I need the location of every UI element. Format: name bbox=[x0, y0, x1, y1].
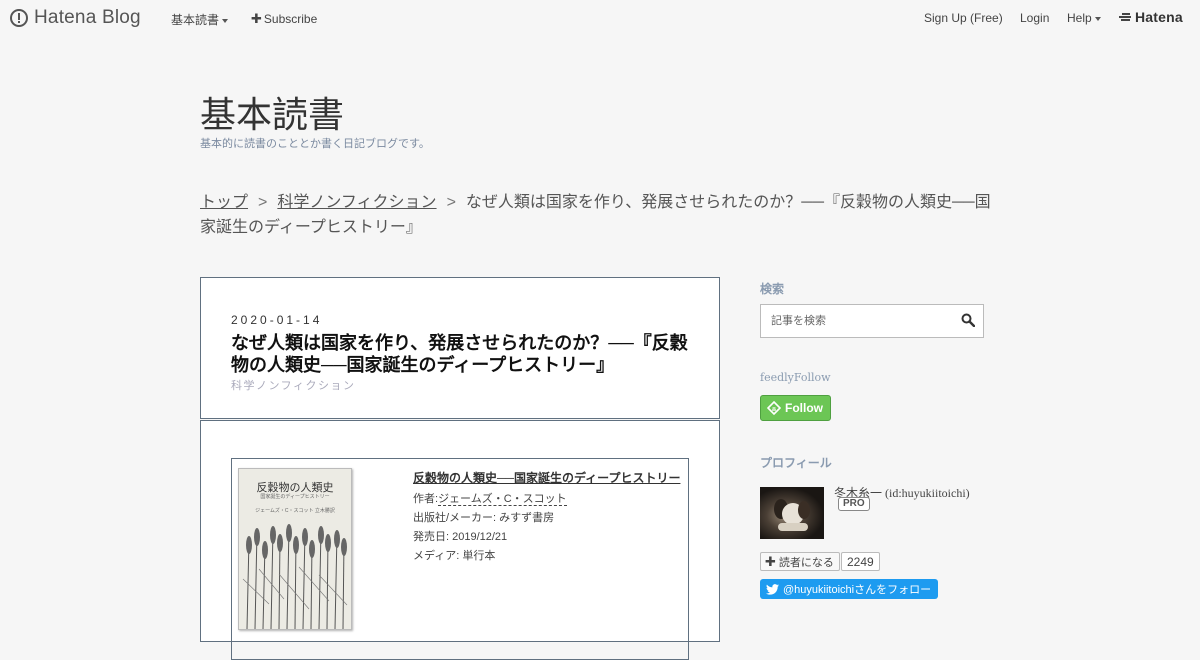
blog-menu-dropdown[interactable]: 基本読書 bbox=[171, 11, 229, 28]
caret-down-icon bbox=[1094, 16, 1101, 21]
blog-description: 基本的に読書のこととか書く日記ブログです。 bbox=[200, 138, 430, 150]
hatena-logo-text: Hatena bbox=[1135, 9, 1183, 25]
subscribe-button[interactable]: ✚ Subscribe bbox=[251, 11, 317, 27]
help-dropdown[interactable]: Help bbox=[1067, 11, 1101, 25]
article-header: 2020-01-14 なぜ人類は国家を作り、発展させられたのか？──『反穀物の人… bbox=[200, 277, 720, 419]
breadcrumb-separator: > bbox=[258, 194, 268, 211]
breadcrumb-top[interactable]: トップ bbox=[200, 194, 248, 211]
book-author-label: 作者: bbox=[413, 493, 439, 505]
search-input[interactable] bbox=[769, 312, 953, 330]
hatena-logo-icon bbox=[1119, 12, 1131, 22]
profile-module-title: プロフィール bbox=[760, 456, 832, 470]
book-info: 反穀物の人類史──国家誕生のディープヒストリー 作者:ジェームズ・C・スコット … bbox=[413, 469, 680, 566]
breadcrumb-category[interactable]: 科学ノンフィクション bbox=[277, 194, 436, 211]
book-cover-subtitle: 国家誕生のディープヒストリー bbox=[260, 494, 330, 500]
reader-count[interactable]: 2249 bbox=[841, 552, 880, 571]
feedly-icon bbox=[767, 401, 781, 415]
hatena-logo[interactable]: Hatena bbox=[1119, 9, 1183, 25]
twitter-follow-label: @huyukiitoichiさんをフォロー bbox=[783, 584, 932, 596]
help-label: Help bbox=[1067, 11, 1092, 25]
search-form bbox=[760, 304, 984, 338]
twitter-follow-button[interactable]: @huyukiitoichiさんをフォロー bbox=[760, 579, 939, 599]
blog-menu-label: 基本読書 bbox=[171, 13, 220, 27]
plus-icon: ✚ bbox=[251, 11, 262, 26]
twitter-bird-icon bbox=[766, 583, 779, 595]
hatena-blog-logo-icon bbox=[10, 9, 28, 27]
entry-category[interactable]: 科学ノンフィクション bbox=[231, 377, 355, 393]
global-header: Hatena Blog 基本読書 ✚ Subscribe Sign Up (Fre… bbox=[0, 0, 1200, 36]
book-title-link[interactable]: 反穀物の人類史──国家誕生のディープヒストリー bbox=[413, 469, 680, 488]
search-module-title: 検索 bbox=[760, 282, 785, 296]
pro-badge[interactable]: PRO bbox=[838, 497, 870, 511]
reader-button-label: 読者になる bbox=[778, 556, 834, 569]
book-cover-image[interactable]: 反穀物の人類史 国家誕生のディープヒストリー ジェームズ・C・スコット 立木勝訳 bbox=[238, 468, 352, 630]
feedly-module-title: feedlyFollow bbox=[760, 371, 831, 384]
feedly-follow-button[interactable]: Follow bbox=[760, 395, 831, 421]
caret-down-icon bbox=[222, 18, 229, 23]
feedly-follow-label: Follow bbox=[785, 401, 823, 415]
breadcrumb: トップ > 科学ノンフィクション > なぜ人類は国家を作り、発展させられたのか？──『反… bbox=[200, 190, 1000, 240]
blog-title[interactable]: 基本読書 bbox=[200, 86, 344, 138]
signup-link[interactable]: Sign Up (Free) bbox=[924, 11, 1003, 25]
login-link[interactable]: Login bbox=[1020, 11, 1049, 25]
entry-date[interactable]: 2020-01-14 bbox=[231, 313, 322, 327]
book-author-link[interactable]: ジェームズ・C・スコット bbox=[438, 493, 567, 506]
hatena-blog-logo[interactable]: Hatena Blog bbox=[10, 7, 141, 29]
book-release-date: 発売日: 2019/12/21 bbox=[413, 531, 508, 543]
article-body: 反穀物の人類史 国家誕生のディープヒストリー ジェームズ・C・スコット 立木勝訳 bbox=[200, 420, 720, 660]
wheat-illustration bbox=[242, 524, 348, 629]
book-author-row: 作者:ジェームズ・C・スコット bbox=[413, 490, 680, 509]
book-publisher: 出版社/メーカー: みすず書房 bbox=[413, 512, 555, 524]
entry-title[interactable]: なぜ人類は国家を作り、発展させられたのか？──『反穀物の人類史──国家誕生のディ… bbox=[231, 332, 701, 376]
search-icon[interactable] bbox=[961, 313, 975, 327]
book-media: メディア: 単行本 bbox=[413, 550, 496, 562]
plus-icon: ✚ bbox=[765, 553, 776, 569]
subscribe-label: Subscribe bbox=[263, 12, 318, 26]
avatar[interactable] bbox=[760, 487, 824, 539]
subscribe-reader-button[interactable]: ✚ 読者になる bbox=[760, 552, 840, 571]
breadcrumb-separator: > bbox=[446, 194, 456, 211]
hatena-blog-logo-text: Hatena Blog bbox=[34, 7, 141, 28]
